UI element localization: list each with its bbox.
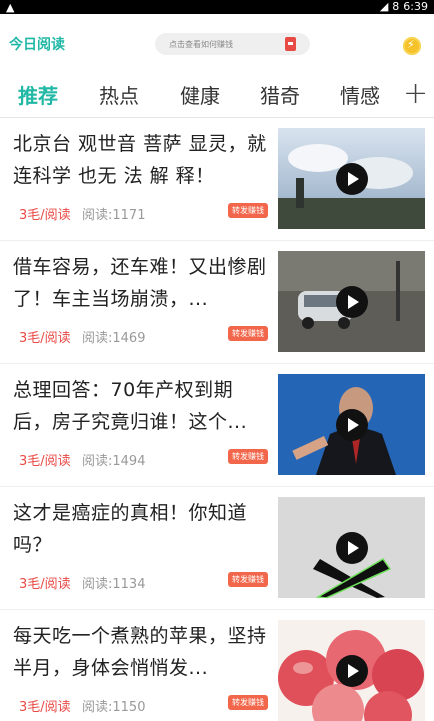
- play-icon[interactable]: [335, 162, 368, 195]
- video-thumbnail[interactable]: [278, 251, 425, 352]
- article-item[interactable]: 总理回答：70年产权到期后，房子究竟归谁！这个... 3毛/阅读 阅读:1494…: [0, 364, 434, 487]
- battery-icon: 8: [392, 0, 400, 13]
- article-price: 3毛/阅读: [19, 454, 71, 469]
- video-thumbnail[interactable]: [278, 374, 425, 475]
- share-earn-button[interactable]: 转发赚钱: [228, 695, 268, 710]
- video-thumbnail[interactable]: [278, 128, 425, 229]
- share-earn-button[interactable]: 转发赚钱: [228, 572, 268, 587]
- status-bar: ▲ ◢ 8 6:39: [0, 0, 434, 14]
- article-title[interactable]: 总理回答：70年产权到期后，房子究竟归谁！这个...: [13, 374, 268, 438]
- article-price: 3毛/阅读: [19, 208, 71, 223]
- article-feed: 北京台 观世音 菩萨 显灵，就连科学 也无 法 解 释！ 3毛/阅读 阅读:11…: [0, 118, 434, 721]
- article-price: 3毛/阅读: [19, 700, 71, 715]
- play-icon[interactable]: [335, 285, 368, 318]
- app-title: 今日阅读: [9, 37, 65, 53]
- play-icon[interactable]: [335, 408, 368, 441]
- article-item[interactable]: 这才是癌症的真相！你知道吗？ 3毛/阅读 阅读:1134 转发赚钱: [0, 487, 434, 610]
- tab-curious[interactable]: 猎奇: [260, 80, 300, 109]
- article-read-count: 阅读:1134: [82, 577, 146, 592]
- article-title[interactable]: 北京台 观世音 菩萨 显灵，就连科学 也无 法 解 释！: [13, 128, 268, 192]
- article-read-count: 阅读:1171: [82, 208, 146, 223]
- clock: 6:39: [403, 0, 428, 13]
- article-title[interactable]: 这才是癌症的真相！你知道吗？: [13, 497, 268, 561]
- video-thumbnail[interactable]: [278, 620, 425, 721]
- article-price: 3毛/阅读: [19, 331, 71, 346]
- tab-emotion[interactable]: 情感: [340, 80, 380, 109]
- search-bar[interactable]: 点击查看如何赚钱: [155, 33, 310, 55]
- article-read-count: 阅读:1469: [82, 331, 146, 346]
- android-notification-icon: ▲: [6, 1, 15, 14]
- category-tabs: 推荐 热点 健康 猎奇 情感 +: [0, 70, 434, 118]
- top-bar: 今日阅读 点击查看如何赚钱: [0, 14, 434, 70]
- share-earn-button[interactable]: 转发赚钱: [228, 326, 268, 341]
- article-read-count: 阅读:1494: [82, 454, 146, 469]
- tab-health[interactable]: 健康: [180, 80, 220, 109]
- gift-icon[interactable]: [285, 37, 296, 51]
- share-earn-button[interactable]: 转发赚钱: [228, 449, 268, 464]
- article-title[interactable]: 借车容易，还车难！又出惨剧了！车主当场崩溃，...: [13, 251, 268, 315]
- coin-icon[interactable]: [403, 37, 421, 55]
- play-icon[interactable]: [335, 654, 368, 687]
- article-price: 3毛/阅读: [19, 577, 71, 592]
- article-item[interactable]: 每天吃一个煮熟的苹果，坚持半月，身体会悄悄发... 3毛/阅读 阅读:1150 …: [0, 610, 434, 721]
- wifi-icon: ◢: [379, 0, 389, 13]
- article-item[interactable]: 北京台 观世音 菩萨 显灵，就连科学 也无 法 解 释！ 3毛/阅读 阅读:11…: [0, 118, 434, 241]
- article-item[interactable]: 借车容易，还车难！又出惨剧了！车主当场崩溃，... 3毛/阅读 阅读:1469 …: [0, 241, 434, 364]
- share-earn-button[interactable]: 转发赚钱: [228, 203, 268, 218]
- article-title[interactable]: 每天吃一个煮熟的苹果，坚持半月，身体会悄悄发...: [13, 620, 268, 684]
- tab-hot[interactable]: 热点: [99, 80, 139, 109]
- tab-recommend[interactable]: 推荐: [18, 80, 58, 109]
- add-tab-icon[interactable]: +: [403, 76, 428, 111]
- play-icon[interactable]: [335, 531, 368, 564]
- article-read-count: 阅读:1150: [82, 700, 146, 715]
- video-thumbnail[interactable]: [278, 497, 425, 598]
- search-placeholder: 点击查看如何赚钱: [169, 40, 233, 49]
